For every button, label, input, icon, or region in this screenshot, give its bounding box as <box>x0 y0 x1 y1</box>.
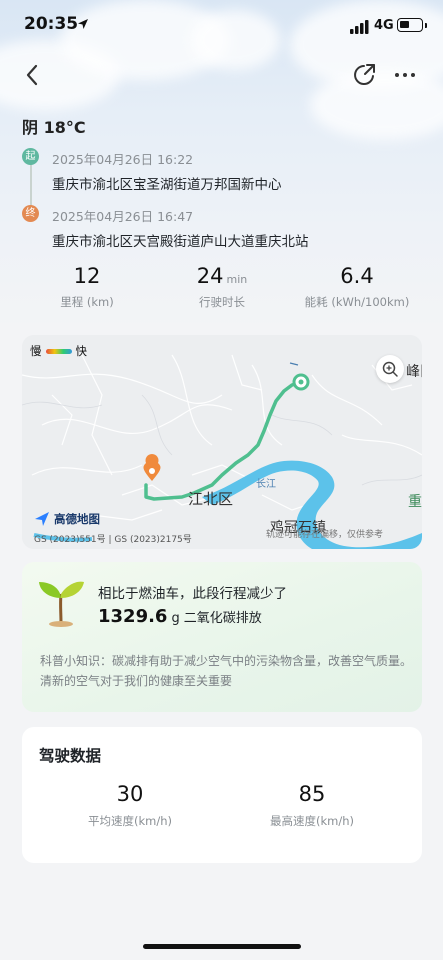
battery-icon <box>397 18 427 32</box>
stat-duration: 24 min 行驶时长 <box>157 264 287 310</box>
more-icon[interactable] <box>392 62 418 88</box>
speed-gradient-bar <box>45 348 72 354</box>
end-address: 重庆市渝北区天宫殿街道庐山大道重庆北站 <box>52 234 309 250</box>
stat-duration-value: 24 <box>196 264 224 288</box>
zoom-button[interactable] <box>376 355 404 383</box>
stat-duration-unit: min <box>226 273 248 286</box>
map-label-fengdian: 峰旧 <box>406 364 422 380</box>
stat-distance: 12 里程 (km) <box>22 264 152 310</box>
trip-stats: 12 里程 (km) 24 min 行驶时长 6.4 能耗 (kWh/100km) <box>22 264 422 324</box>
route-map[interactable]: 慢 快 峰旧 江北区 长江 鸡冠石镇 重 高德地图 GS (2023)551号 … <box>22 335 422 549</box>
eco-amount: 1329.6 g 二氧化碳排放 <box>98 606 262 627</box>
stat-distance-value: 12 <box>73 264 101 288</box>
speed-legend-slow: 慢 <box>30 344 42 358</box>
start-badge: 起 <box>22 148 39 165</box>
stat-energy-label: 能耗 (kWh/100km) <box>304 295 410 309</box>
start-address: 重庆市渝北区宝圣湖街道万邦国新中心 <box>52 177 282 193</box>
speed-legend: 慢 快 <box>30 343 87 359</box>
eco-card: 相比于燃油车，此段行程减少了 1329.6 g 二氧化碳排放 科普小知识：碳减排有助… <box>22 562 422 712</box>
driving-data-title: 驾驶数据 <box>39 747 102 765</box>
eco-amount-unit: g <box>171 611 180 626</box>
stat-energy-value: 6.4 <box>340 264 374 288</box>
avg-speed-label: 平均速度(km/h) <box>88 814 172 828</box>
max-speed: 85 最高速度(km/h) <box>222 782 402 829</box>
stat-energy: 6.4 能耗 (kWh/100km) <box>292 264 422 310</box>
location-arrow-icon <box>78 19 88 29</box>
driving-data-card: 驾驶数据 30 平均速度(km/h) 85 最高速度(km/h) <box>22 727 422 863</box>
status-bar: 20:35 4G <box>0 0 443 50</box>
eco-amount-value: 1329.6 <box>98 606 168 627</box>
map-label-jiangbei: 江北区 <box>188 490 234 508</box>
amap-logo-icon <box>35 512 49 526</box>
status-time: 20:35 <box>24 14 79 34</box>
eco-amount-desc: 二氧化碳排放 <box>183 611 262 626</box>
back-arrow-icon[interactable] <box>20 62 46 88</box>
network-type: 4G <box>374 18 394 33</box>
share-icon[interactable] <box>352 62 378 88</box>
map-copyright: GS (2023)551号 | GS (2023)2175号 <box>34 535 192 545</box>
avg-speed: 30 平均速度(km/h) <box>40 782 220 829</box>
home-indicator[interactable] <box>143 944 301 949</box>
end-time: 2025年04月26日 16:47 <box>52 209 194 224</box>
plant-icon <box>39 581 84 627</box>
eco-tip: 科普小知识：碳减排有助于减少空气中的污染物含量，改善空气质量。清新的空气对于我们… <box>40 654 413 688</box>
max-speed-label: 最高速度(km/h) <box>270 814 354 828</box>
map-note: 轨迹可能存在偏移，仅供参考 <box>266 530 384 540</box>
signal-icon <box>350 20 369 34</box>
eco-title: 相比于燃油车，此段行程减少了 <box>98 586 287 602</box>
end-badge: 终 <box>22 205 39 222</box>
weather-text: 阴 18°C <box>22 118 86 137</box>
amap-logo-text: 高德地图 <box>54 512 100 526</box>
stat-distance-label: 里程 (km) <box>60 295 114 309</box>
stat-duration-label: 行驶时长 <box>199 295 245 309</box>
zoom-icon <box>382 361 398 377</box>
avg-speed-value: 30 <box>116 782 144 806</box>
amap-logo: 高德地图 <box>34 511 100 527</box>
map-label-changjiang: 长江 <box>256 479 276 490</box>
start-time: 2025年04月26日 16:22 <box>52 152 194 167</box>
map-label-edge: 重 <box>408 494 422 510</box>
speed-legend-fast: 快 <box>75 344 88 358</box>
max-speed-value: 85 <box>298 782 326 806</box>
